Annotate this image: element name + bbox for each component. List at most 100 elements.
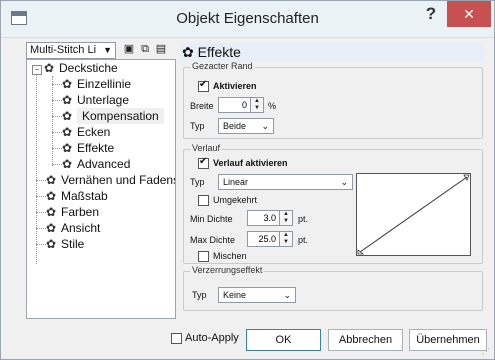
- tree-item-vernahen[interactable]: ✿ Vernähen und Fadens: [46, 172, 176, 188]
- umgekehrt-label: Umgekehrt: [213, 195, 258, 205]
- spinner-arrows-icon[interactable]: ▲ ▼: [279, 232, 292, 246]
- max-dichte-label: Max Dichte: [190, 235, 236, 245]
- tree-item-label: Ansicht: [61, 221, 101, 235]
- breite-spinner[interactable]: 0 ▲ ▼: [218, 97, 264, 113]
- mischen-label: Mischen: [213, 251, 247, 261]
- min-dichte-value: 3.0: [263, 213, 276, 223]
- max-dichte-spinner[interactable]: 25.0 ▲ ▼: [247, 231, 293, 247]
- max-dichte-value: 25.0: [258, 234, 276, 244]
- group-legend: Verlauf: [190, 143, 223, 153]
- tree-item-stile[interactable]: ✿ Stile: [46, 236, 84, 252]
- tree-item-deckstiche[interactable]: ✿ Deckstiche: [44, 60, 118, 76]
- gear-icon: ✿: [46, 189, 57, 203]
- dropdown-value: Keine: [223, 290, 247, 300]
- group-legend: Verzerrungseffekt: [190, 265, 265, 275]
- gear-icon: ✿: [182, 44, 194, 60]
- auto-apply-label: Auto-Apply: [185, 332, 239, 344]
- gradient-curve-preview[interactable]: [356, 173, 471, 256]
- group-verlauf: Verlauf Verlauf aktivieren Typ Linear ⌄ …: [183, 143, 483, 264]
- chevron-down-icon: ⌄: [283, 290, 291, 300]
- gezackter-typ-dropdown[interactable]: Beide ⌄: [218, 118, 274, 134]
- effects-panel: Gezacter Rand Aktivieren Breite 0 ▲▼ % T…: [180, 61, 484, 319]
- tree-item-massstab[interactable]: ✿ Maßstab: [46, 188, 108, 204]
- mischen-checkbox[interactable]: [198, 251, 209, 262]
- title-bar[interactable]: Objekt Eigenschaften ? ✕: [1, 1, 494, 38]
- gradient-curve: [357, 174, 470, 255]
- resize-grip-icon[interactable]: ⋰: [482, 347, 492, 357]
- verlauf-typ-dropdown[interactable]: Linear ⌄: [218, 174, 353, 190]
- dropdown-value: Beide: [223, 121, 247, 131]
- aktivieren-label: Aktivieren: [213, 81, 257, 91]
- group-gezackter-rand: Gezacter Rand Aktivieren Breite 0 ▲▼ % T…: [183, 61, 483, 139]
- collapse-toggle[interactable]: −: [32, 65, 42, 75]
- min-dichte-spinner[interactable]: 3.0 ▲ ▼: [247, 210, 293, 226]
- umgekehrt-checkbox[interactable]: [198, 195, 209, 206]
- tree-item-label: Vernähen und Fadens: [61, 173, 176, 187]
- gear-icon: ✿: [46, 205, 57, 219]
- auto-apply-checkbox[interactable]: [171, 332, 182, 344]
- gear-icon: ✿: [62, 93, 73, 107]
- max-dichte-unit: pt.: [298, 235, 309, 245]
- aktivieren-checkbox[interactable]: [198, 79, 209, 92]
- min-dichte-label: Min Dichte: [190, 214, 233, 224]
- verzerrung-typ-dropdown[interactable]: Keine ⌄: [218, 287, 296, 303]
- group-verzerrungseffekt: Verzerrungseffekt Typ Keine ⌄: [183, 265, 483, 311]
- help-button[interactable]: ?: [421, 4, 441, 26]
- tree-item-label: Unterlage: [77, 93, 130, 107]
- verlauf-aktivieren-label: Verlauf aktivieren: [213, 158, 288, 168]
- tree-item-label: Maßstab: [61, 189, 108, 203]
- min-dichte-unit: pt.: [298, 214, 309, 224]
- section-title: Effekte: [197, 44, 241, 60]
- dropdown-value: Linear: [223, 177, 249, 187]
- tree-item-einzellinie[interactable]: ✿ Einzellinie: [62, 76, 131, 92]
- ok-button[interactable]: OK: [246, 329, 321, 351]
- button-bar: Auto-Apply OK Abbrechen Übernehmen ⋰: [1, 323, 494, 359]
- apply-button[interactable]: Übernehmen: [409, 329, 487, 351]
- gear-icon: ✿: [46, 173, 57, 187]
- tree-item-label: Effekte: [77, 141, 115, 155]
- tree-item-ecken[interactable]: ✿ Ecken: [62, 124, 110, 140]
- tree-item-ansicht[interactable]: ✿ Ansicht: [46, 220, 100, 236]
- tree-item-label: Ecken: [77, 125, 111, 139]
- gear-icon: ✿: [62, 125, 73, 139]
- gear-icon: ✿: [62, 109, 73, 123]
- tree-item-kompensation[interactable]: ✿ Kompensation: [62, 108, 164, 124]
- spinner-arrows-icon[interactable]: ▲ ▼: [250, 98, 263, 112]
- tree-item-label: Einzellinie: [77, 77, 132, 91]
- tree-item-label: Stile: [61, 237, 85, 251]
- section-header: ✿ Effekte: [180, 43, 484, 61]
- close-button[interactable]: ✕: [447, 1, 491, 27]
- gear-icon: ✿: [46, 221, 57, 235]
- typ-label: Typ: [190, 121, 205, 131]
- tree-item-label: Advanced: [77, 157, 131, 171]
- verzerrung-typ-label: Typ: [192, 290, 207, 300]
- tree-item-unterlage[interactable]: ✿ Unterlage: [62, 92, 129, 108]
- tree-item-effekte[interactable]: ✿ Effekte: [62, 140, 114, 156]
- properties-window: Objekt Eigenschaften ? ✕ Multi-Stitch Li…: [0, 0, 495, 360]
- cancel-button[interactable]: Abbrechen: [328, 329, 403, 351]
- tree-item-advanced[interactable]: ✿ Advanced: [62, 156, 130, 172]
- copy-icon[interactable]: ⧉: [139, 43, 151, 55]
- object-type-combo[interactable]: Multi-Stitch Li ▼: [26, 42, 116, 59]
- paste-icon[interactable]: ▤: [155, 43, 167, 55]
- breite-unit: %: [268, 101, 277, 111]
- gear-icon: ✿: [46, 237, 57, 251]
- verlauf-typ-label: Typ: [190, 177, 205, 187]
- object-type-value: Multi-Stitch Li: [30, 44, 97, 56]
- verlauf-aktivieren-checkbox[interactable]: [198, 156, 209, 169]
- save-icon[interactable]: ▣: [123, 43, 135, 55]
- breite-value: 0: [241, 100, 247, 110]
- gear-icon: ✿: [62, 77, 73, 91]
- spinner-arrows-icon[interactable]: ▲ ▼: [279, 211, 292, 225]
- group-legend: Gezacter Rand: [190, 61, 255, 71]
- category-tree[interactable]: − ✿ Deckstiche ✿ Einzellinie ✿ Unterlage ✿ K…: [26, 59, 176, 319]
- gear-icon: ✿: [62, 141, 73, 155]
- auto-apply[interactable]: Auto-Apply: [171, 332, 239, 344]
- tree-item-label: Farben: [61, 205, 100, 219]
- left-toolbar: Multi-Stitch Li ▼ ▣ ⧉ ▤: [26, 41, 176, 61]
- tree-item-farben[interactable]: ✿ Farben: [46, 204, 99, 220]
- gear-icon: ✿: [62, 157, 73, 171]
- tree-item-label: Deckstiche: [59, 61, 118, 75]
- tree-item-label: Kompensation: [77, 108, 164, 124]
- breite-label: Breite: [190, 101, 214, 111]
